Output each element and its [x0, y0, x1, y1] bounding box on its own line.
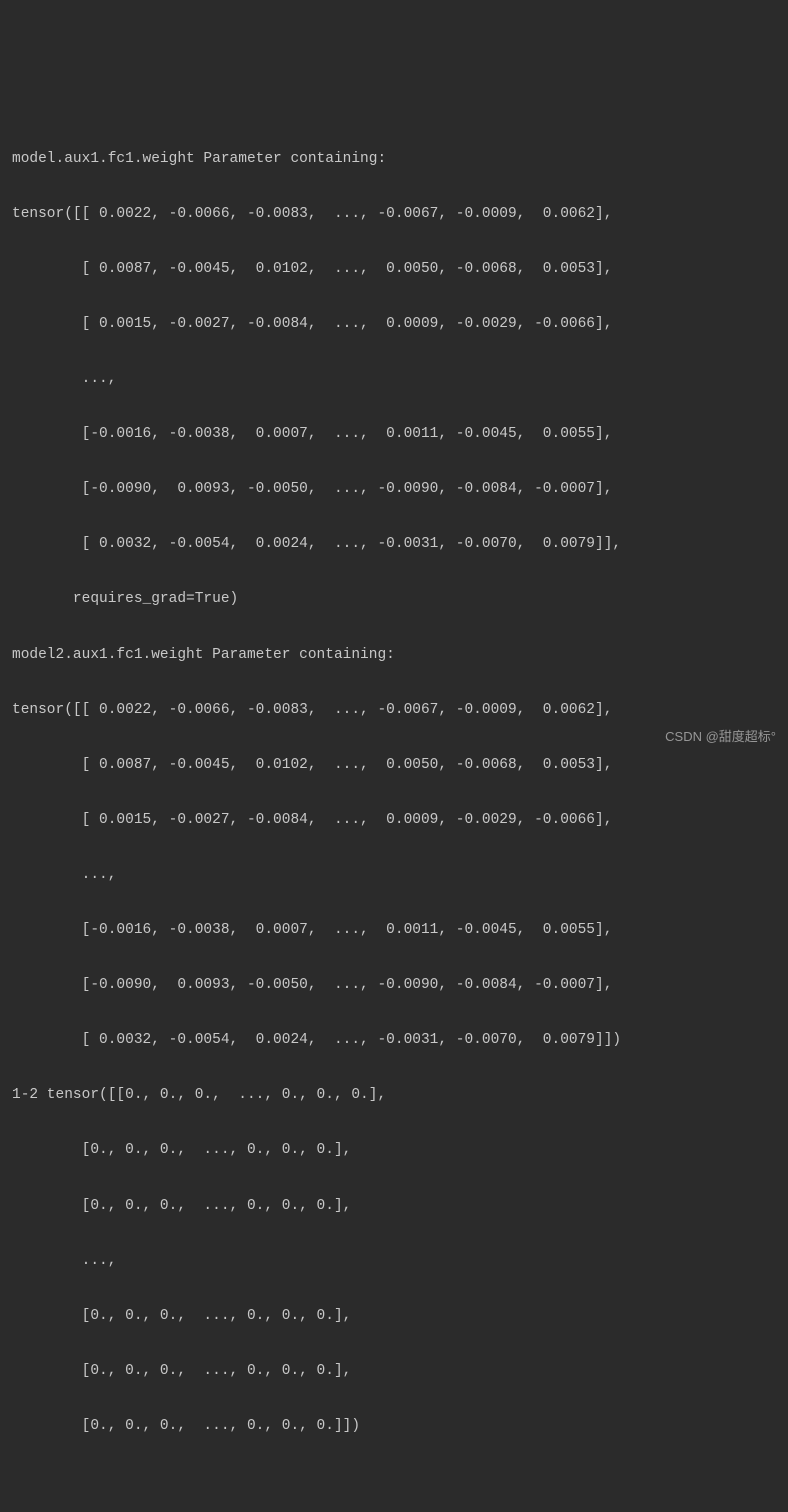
- output-line: [-0.0090, 0.0093, -0.0050, ..., -0.0090,…: [12, 972, 776, 1000]
- output-line: [ 0.0032, -0.0054, 0.0024, ..., -0.0031,…: [12, 531, 776, 559]
- output-line: model.aux1.fc1.weight Parameter containi…: [12, 146, 776, 174]
- output-line: model2.aux1.fc1.weight Parameter contain…: [12, 642, 776, 670]
- output-line: [ 0.0015, -0.0027, -0.0084, ..., 0.0009,…: [12, 807, 776, 835]
- output-line: ...,: [12, 862, 776, 890]
- output-line: [ 0.0032, -0.0054, 0.0024, ..., -0.0031,…: [12, 1027, 776, 1055]
- output-line: ...,: [12, 366, 776, 394]
- output-line: [0., 0., 0., ..., 0., 0., 0.],: [12, 1193, 776, 1221]
- terminal-output: model.aux1.fc1.weight Parameter containi…: [12, 118, 776, 1468]
- output-line: 1-2 tensor([[0., 0., 0., ..., 0., 0., 0.…: [12, 1082, 776, 1110]
- output-line: [-0.0016, -0.0038, 0.0007, ..., 0.0011, …: [12, 421, 776, 449]
- output-line: [0., 0., 0., ..., 0., 0., 0.]]): [12, 1413, 776, 1441]
- output-line: tensor([[ 0.0022, -0.0066, -0.0083, ...,…: [12, 201, 776, 229]
- output-line: [ 0.0087, -0.0045, 0.0102, ..., 0.0050, …: [12, 256, 776, 284]
- output-line: [-0.0016, -0.0038, 0.0007, ..., 0.0011, …: [12, 917, 776, 945]
- output-line: [-0.0090, 0.0093, -0.0050, ..., -0.0090,…: [12, 476, 776, 504]
- output-line: [ 0.0015, -0.0027, -0.0084, ..., 0.0009,…: [12, 311, 776, 339]
- output-line: [0., 0., 0., ..., 0., 0., 0.],: [12, 1137, 776, 1165]
- output-line: ...,: [12, 1248, 776, 1276]
- output-line: tensor([[ 0.0022, -0.0066, -0.0083, ...,…: [12, 697, 776, 725]
- watermark-text: CSDN @甜度超标°: [665, 725, 776, 750]
- output-line: [0., 0., 0., ..., 0., 0., 0.],: [12, 1303, 776, 1331]
- output-line: [0., 0., 0., ..., 0., 0., 0.],: [12, 1358, 776, 1386]
- output-line: requires_grad=True): [12, 586, 776, 614]
